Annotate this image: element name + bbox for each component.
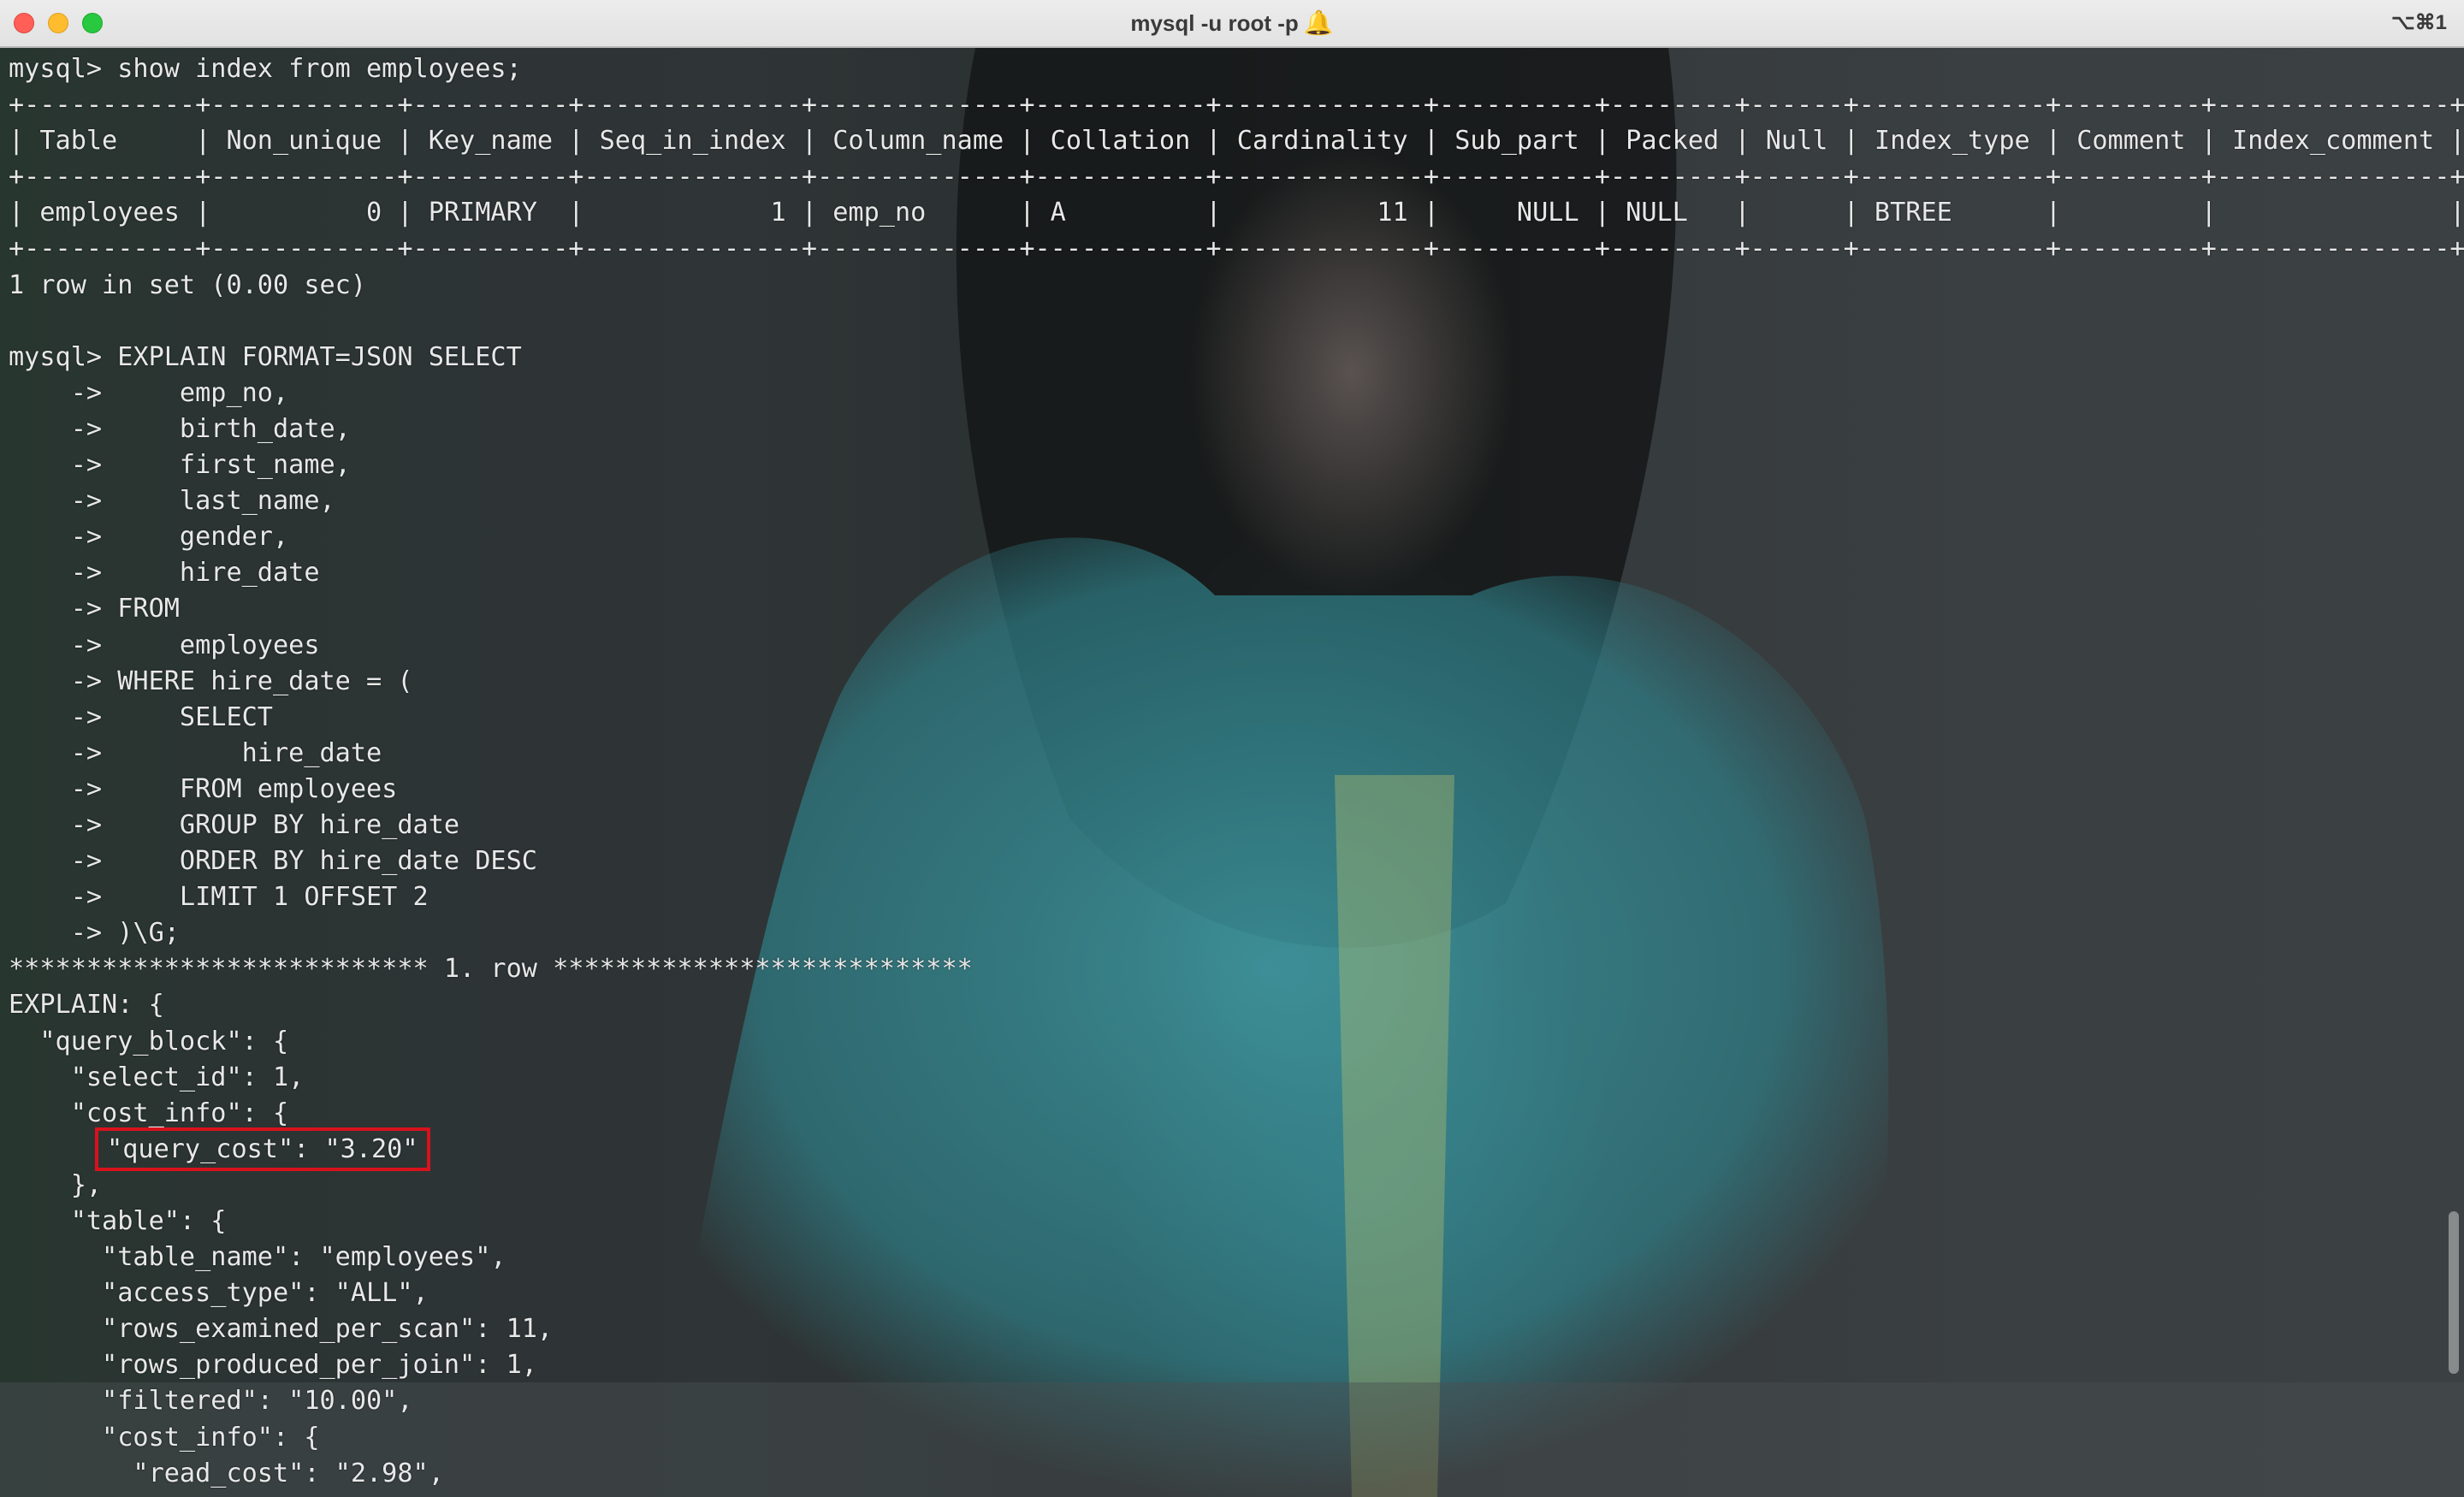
terminal-line: mysql> EXPLAIN FORMAT=JSON SELECT xyxy=(9,341,522,372)
terminal-line: -> ORDER BY hire_date DESC xyxy=(9,846,537,877)
terminal-scrollbar[interactable] xyxy=(2449,1211,2459,1374)
terminal-line: -> employees xyxy=(9,630,320,660)
terminal-line: -> last_name, xyxy=(9,486,335,517)
terminal-line: -> )\G; xyxy=(9,918,180,949)
terminal-line: "read_cost": "2.98", xyxy=(9,1458,444,1488)
terminal-line: -> gender, xyxy=(9,522,289,553)
terminal-line: 1 row in set (0.00 sec) xyxy=(9,269,367,300)
terminal-line: -> hire_date xyxy=(9,558,320,589)
terminal-line: | employees | 0 | PRIMARY | 1 | emp_no |… xyxy=(9,198,2464,228)
terminal-line: "access_type": "ALL", xyxy=(9,1278,429,1309)
bell-icon: 🔔 xyxy=(1303,9,1334,36)
window-shortcut-label: ⌥⌘1 xyxy=(2390,11,2447,34)
terminal-line: "cost_info": { xyxy=(9,1422,320,1453)
terminal-window: mysql -u root -p 🔔 ⌥⌘1 mysql> show index… xyxy=(0,0,2464,1497)
terminal-line: "table": { xyxy=(9,1206,227,1236)
terminal-line: *************************** 1. row *****… xyxy=(9,954,973,985)
terminal-line: -> hire_date xyxy=(9,737,382,768)
terminal-line: "cost_info": { xyxy=(9,1098,289,1128)
terminal-line: mysql> show index from employees; xyxy=(9,54,522,84)
terminal-line: -> first_name, xyxy=(9,450,351,481)
title-bar[interactable]: mysql -u root -p 🔔 ⌥⌘1 xyxy=(0,0,2464,48)
terminal-line: "rows_examined_per_scan": 11, xyxy=(9,1314,554,1345)
terminal-line: -> SELECT xyxy=(9,701,273,732)
terminal-line: "table_name": "employees", xyxy=(9,1242,506,1273)
terminal-line: -> LIMIT 1 OFFSET 2 xyxy=(9,882,429,913)
terminal-line: EXPLAIN: { xyxy=(9,990,164,1021)
terminal-line: }, xyxy=(9,1169,103,1200)
terminal-content-area[interactable]: mysql> show index from employees; +------… xyxy=(0,48,2464,1497)
window-title-container: mysql -u root -p 🔔 xyxy=(0,0,2464,46)
terminal-line: -> WHERE hire_date = ( xyxy=(9,666,413,696)
terminal-line: -> FROM employees xyxy=(9,773,398,804)
terminal-line: -> FROM xyxy=(9,594,180,624)
terminal-line: "filtered": "10.00", xyxy=(9,1386,413,1417)
query-cost-highlight: "query_cost": "3.20" xyxy=(95,1127,430,1171)
terminal-output[interactable]: mysql> show index from employees; +------… xyxy=(9,51,2464,1492)
terminal-line: "select_id": 1, xyxy=(9,1062,305,1092)
terminal-line: -> emp_no, xyxy=(9,377,289,408)
window-title: mysql -u root -p xyxy=(1130,10,1299,36)
terminal-line: -> birth_date, xyxy=(9,413,351,444)
terminal-line-highlighted: "query_cost": "3.20" xyxy=(9,1127,2464,1171)
terminal-line: "rows_produced_per_join": 1, xyxy=(9,1350,537,1381)
terminal-line: -> GROUP BY hire_date xyxy=(9,809,460,840)
terminal-line: +-----------+------------+----------+---… xyxy=(9,90,2464,121)
terminal-line: +-----------+------------+----------+---… xyxy=(9,162,2464,192)
terminal-line: +-----------+------------+----------+---… xyxy=(9,234,2464,264)
terminal-line: "query_block": { xyxy=(9,1026,289,1056)
terminal-line: | Table | Non_unique | Key_name | Seq_in… xyxy=(9,126,2464,157)
